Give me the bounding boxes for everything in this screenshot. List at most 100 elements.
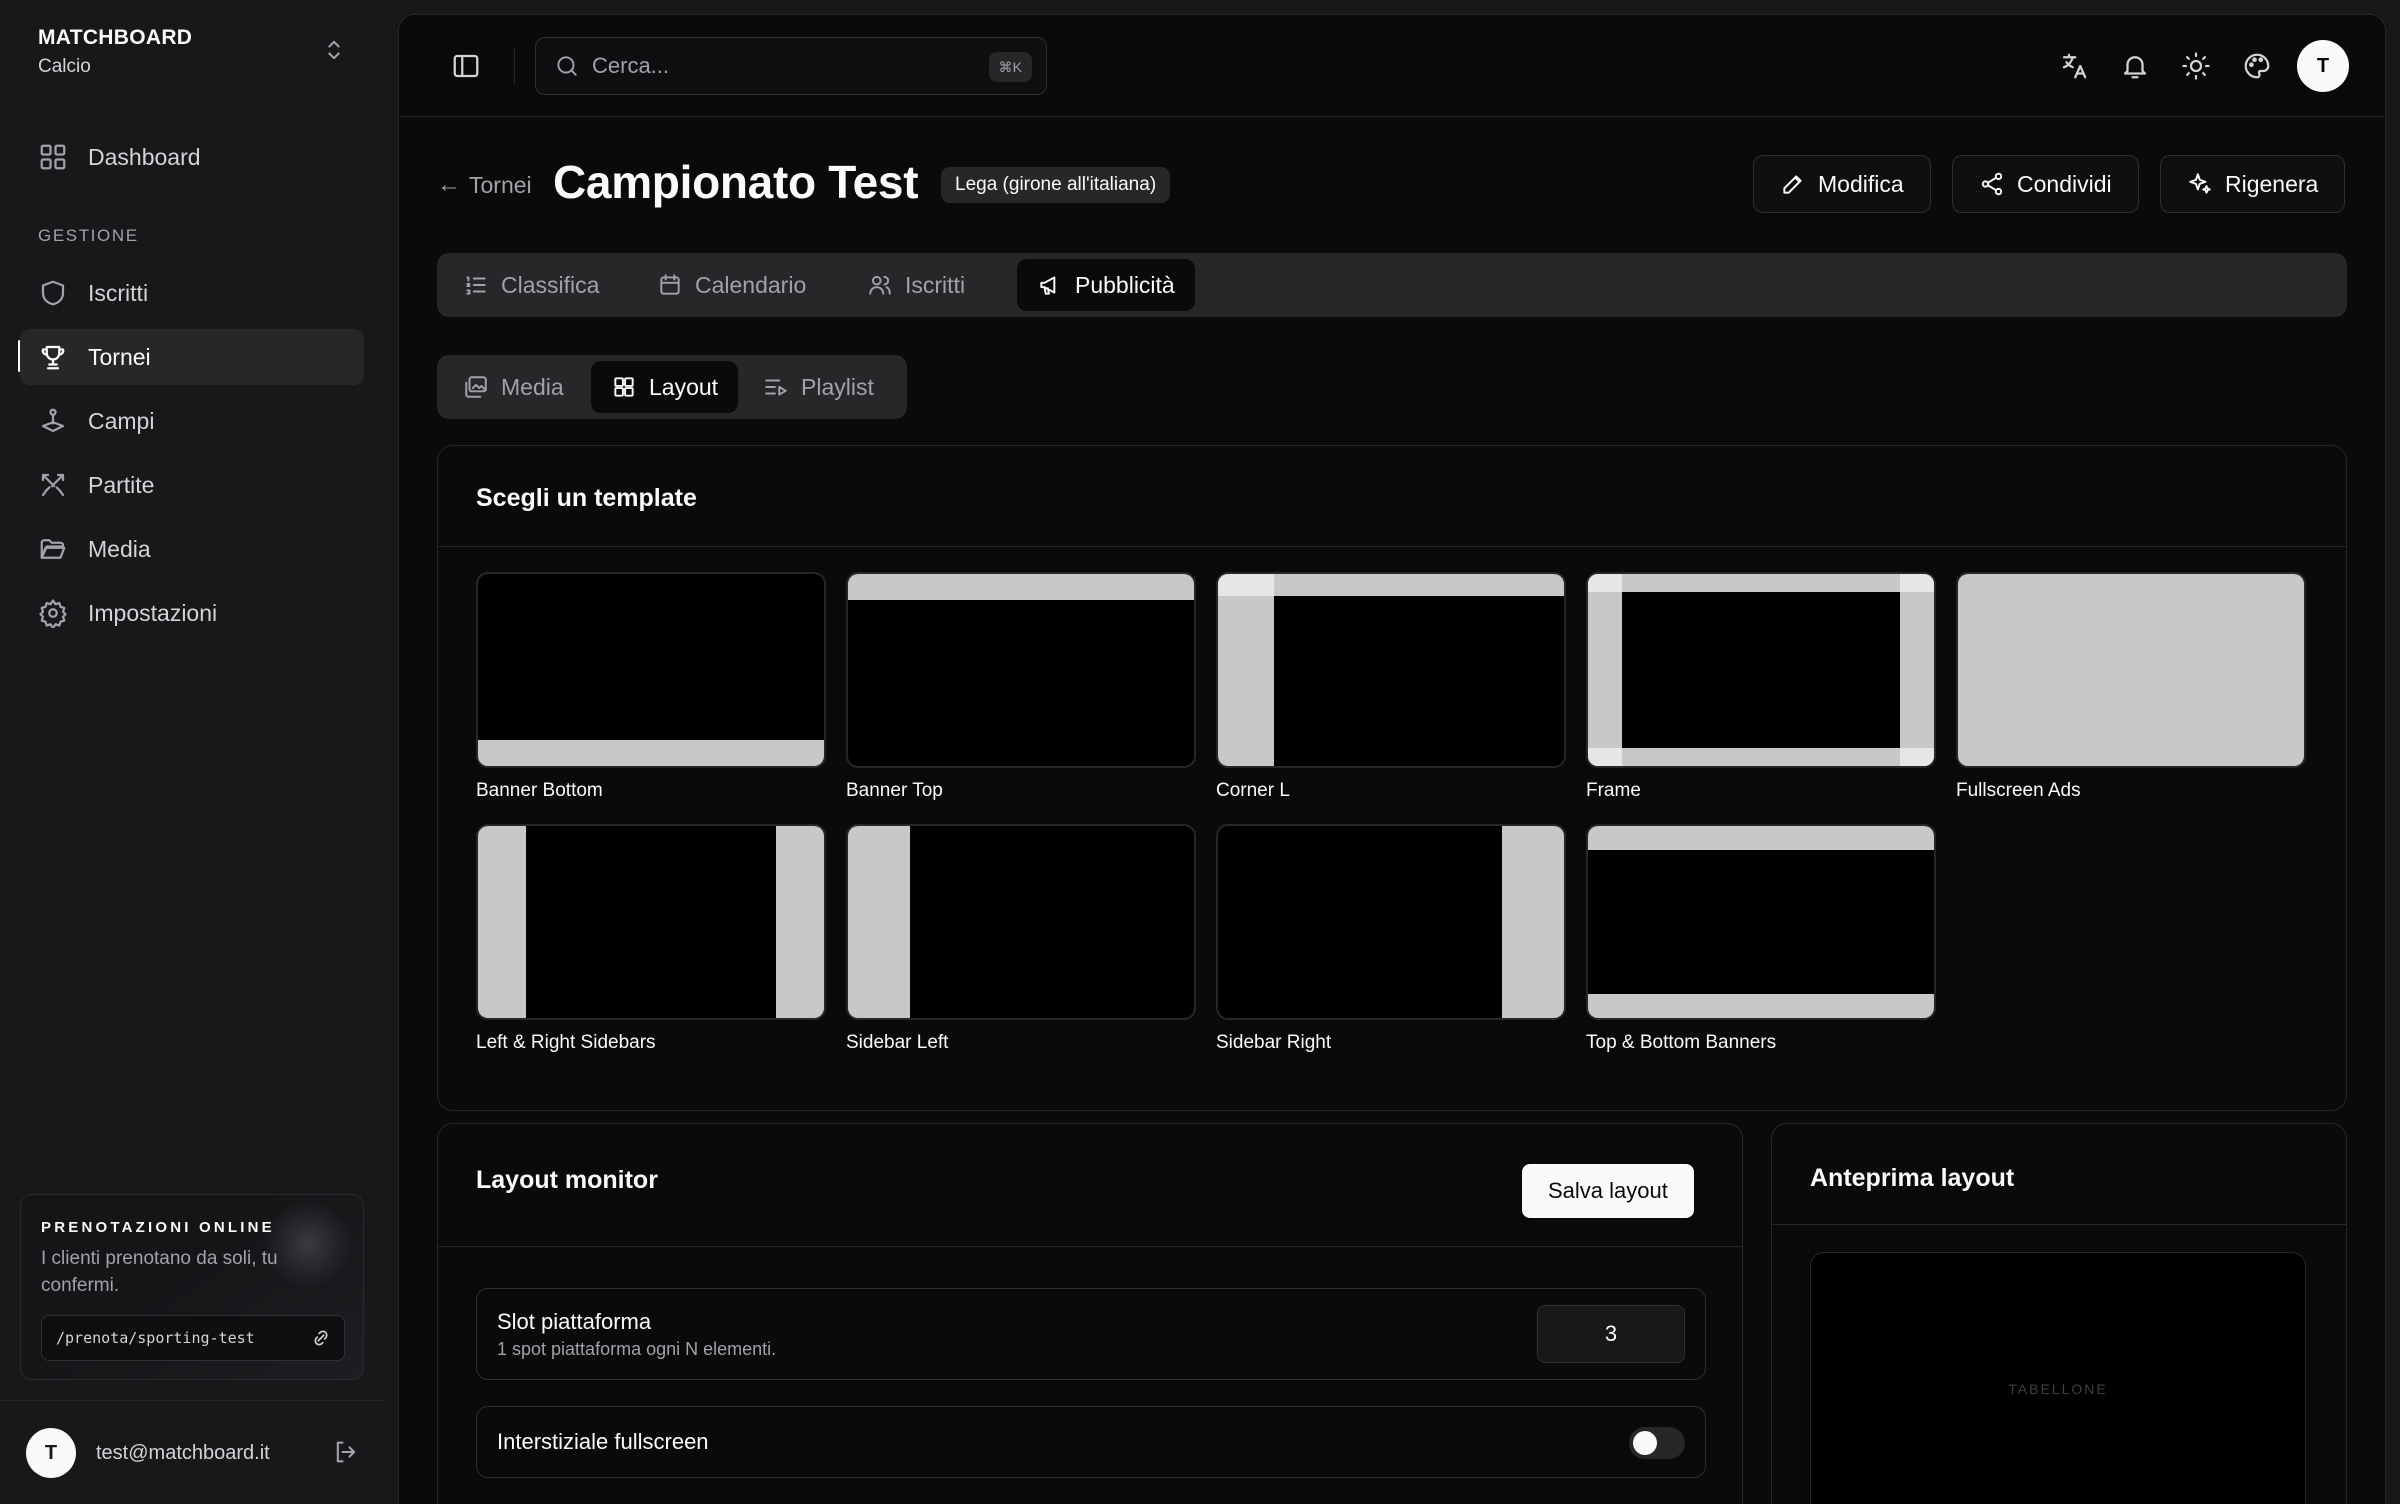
tab-label: Classifica bbox=[501, 271, 600, 298]
preview-screen-label: TABELLONE bbox=[2008, 1381, 2108, 1397]
template-thumbnail bbox=[1956, 572, 2306, 768]
shortcut-badge: ⌘K bbox=[988, 52, 1032, 82]
template-card: Scegli un template Banner Bottom Banner … bbox=[437, 445, 2347, 1111]
layout-preview-card: Anteprima layout TABELLONE bbox=[1771, 1123, 2347, 1504]
interstitial-toggle[interactable] bbox=[1629, 1427, 1685, 1459]
link-icon[interactable] bbox=[310, 1327, 332, 1349]
subtab-playlist[interactable]: Playlist bbox=[743, 361, 894, 413]
template-top-bottom-banners[interactable]: Top & Bottom Banners bbox=[1586, 824, 1936, 1054]
avatar[interactable]: T bbox=[26, 1428, 76, 1478]
template-thumbnail bbox=[1586, 572, 1936, 768]
back-link[interactable]: ← Tornei bbox=[437, 171, 532, 199]
trophy-icon bbox=[41, 345, 65, 370]
search-placeholder: Cerca... bbox=[592, 53, 670, 78]
tab-label: Media bbox=[501, 373, 564, 400]
page-title: Campionato Test bbox=[553, 156, 919, 208]
advertising-subtabs: Media Layout Playlist bbox=[437, 355, 907, 419]
promo-title: PRENOTAZIONI ONLINE bbox=[41, 1219, 275, 1236]
sidebar-item-label: Impostazioni bbox=[88, 599, 218, 626]
tab-label: Layout bbox=[649, 373, 719, 400]
interstitial-setting-row: Interstiziale fullscreen bbox=[476, 1406, 1706, 1478]
tab-calendario[interactable]: Calendario bbox=[637, 259, 826, 311]
sidebar-item-tornei[interactable]: Tornei bbox=[20, 329, 364, 385]
template-banner-top[interactable]: Banner Top bbox=[846, 572, 1196, 802]
template-sidebar-right[interactable]: Sidebar Right bbox=[1216, 824, 1566, 1054]
template-label: Top & Bottom Banners bbox=[1586, 1032, 1777, 1053]
topbar-divider bbox=[514, 47, 515, 85]
subtab-layout[interactable]: Layout bbox=[591, 361, 739, 413]
card-title: Scegli un template bbox=[476, 484, 697, 512]
edit-button[interactable]: Modifica bbox=[1753, 155, 1931, 213]
promo-text: I clienti prenotano da soli, tu confermi… bbox=[41, 1248, 278, 1296]
nav-section-label: GESTIONE bbox=[38, 226, 139, 245]
search-input[interactable]: Cerca... ⌘K bbox=[535, 37, 1047, 95]
regenerate-button[interactable]: Rigenera bbox=[2160, 155, 2346, 213]
sidebar-item-dashboard[interactable]: Dashboard bbox=[20, 129, 364, 185]
slot-number-input[interactable]: 3 bbox=[1537, 1305, 1685, 1363]
setting-title: Interstiziale fullscreen bbox=[497, 1429, 709, 1454]
sidebar-toggle-icon[interactable] bbox=[451, 51, 481, 81]
tab-pubblicita[interactable]: Pubblicità bbox=[1017, 259, 1195, 311]
preview-screen: TABELLONE bbox=[1810, 1252, 2306, 1504]
main-panel: Cerca... ⌘K T ← Tornei Campionato Test L… bbox=[398, 14, 2386, 1504]
tab-label: Iscritti bbox=[905, 271, 966, 298]
slot-setting-row: Slot piattaforma 1 spot piattaforma ogni… bbox=[476, 1288, 1706, 1380]
template-thumbnail bbox=[846, 824, 1196, 1020]
template-left-right-sidebars[interactable]: Left & Right Sidebars bbox=[476, 824, 826, 1054]
template-banner-bottom[interactable]: Banner Bottom bbox=[476, 572, 826, 802]
tab-label: Pubblicità bbox=[1075, 271, 1175, 298]
button-label: Rigenera bbox=[2225, 170, 2319, 197]
promo-card: PRENOTAZIONI ONLINE I clienti prenotano … bbox=[20, 1194, 364, 1380]
card-title: Layout monitor bbox=[476, 1166, 658, 1194]
joystick-icon bbox=[41, 408, 65, 433]
bell-icon[interactable] bbox=[2120, 51, 2150, 81]
tab-classifica[interactable]: Classifica bbox=[443, 259, 619, 311]
list-video-icon bbox=[765, 379, 787, 396]
tournament-tabs: Classifica Calendario Iscritti Pubblicit… bbox=[437, 253, 2347, 317]
template-label: Banner Top bbox=[846, 780, 943, 801]
layout-monitor-card: Layout monitor Salva layout Slot piattaf… bbox=[437, 1123, 1743, 1504]
tab-label: Playlist bbox=[801, 373, 874, 400]
save-layout-button[interactable]: Salva layout bbox=[1522, 1164, 1694, 1218]
sun-icon[interactable] bbox=[2181, 51, 2211, 81]
tab-iscritti[interactable]: Iscritti bbox=[847, 259, 985, 311]
card-header: Anteprima layout bbox=[1772, 1124, 2346, 1225]
pencil-icon bbox=[1783, 175, 1802, 194]
card-header: Scegli un template bbox=[438, 446, 2346, 547]
sparkles-icon bbox=[2189, 173, 2211, 194]
translate-icon[interactable] bbox=[2059, 51, 2089, 81]
search-icon bbox=[557, 56, 577, 76]
sidebar-item-campi[interactable]: Campi bbox=[20, 393, 364, 449]
brand-subtitle: Calcio bbox=[38, 56, 91, 77]
share-icon bbox=[1981, 172, 2003, 196]
chevrons-up-down-icon[interactable] bbox=[320, 36, 348, 64]
folder-open-icon bbox=[40, 539, 66, 559]
sidebar-item-label: Dashboard bbox=[88, 143, 201, 170]
sidebar-divider bbox=[0, 1400, 384, 1401]
sidebar-item-impostazioni[interactable]: Impostazioni bbox=[20, 585, 364, 641]
palette-icon[interactable] bbox=[2242, 51, 2272, 81]
template-label: Corner L bbox=[1216, 780, 1290, 801]
template-label: Left & Right Sidebars bbox=[476, 1032, 656, 1053]
layout-grid-icon bbox=[614, 377, 634, 397]
users-icon bbox=[869, 275, 891, 295]
template-sidebar-left[interactable]: Sidebar Left bbox=[846, 824, 1196, 1054]
sidebar-item-iscritti[interactable]: Iscritti bbox=[20, 265, 364, 321]
share-button[interactable]: Condividi bbox=[1952, 155, 2139, 213]
avatar[interactable]: T bbox=[2297, 40, 2349, 92]
template-thumbnail bbox=[476, 572, 826, 768]
sidebar: MATCHBOARD Calcio Dashboard GESTIONE Isc… bbox=[0, 0, 396, 1504]
logout-icon[interactable] bbox=[332, 1438, 360, 1466]
tournament-type-badge: Lega (girone all'italiana) bbox=[941, 167, 1171, 203]
subtab-media[interactable]: Media bbox=[443, 361, 584, 413]
tab-label: Calendario bbox=[695, 271, 807, 298]
gear-icon bbox=[39, 599, 67, 628]
brand[interactable]: MATCHBOARD Calcio bbox=[38, 26, 192, 78]
template-frame[interactable]: Frame bbox=[1586, 572, 1936, 802]
sidebar-item-partite[interactable]: Partite bbox=[20, 457, 364, 513]
booking-link[interactable]: /prenota/sporting-test bbox=[41, 1315, 345, 1361]
sidebar-item-media[interactable]: Media bbox=[20, 521, 364, 577]
template-corner-l[interactable]: Corner L bbox=[1216, 572, 1566, 802]
template-fullscreen-ads[interactable]: Fullscreen Ads bbox=[1956, 572, 2306, 802]
user-menu[interactable]: T test@matchboard.it bbox=[26, 1426, 366, 1480]
